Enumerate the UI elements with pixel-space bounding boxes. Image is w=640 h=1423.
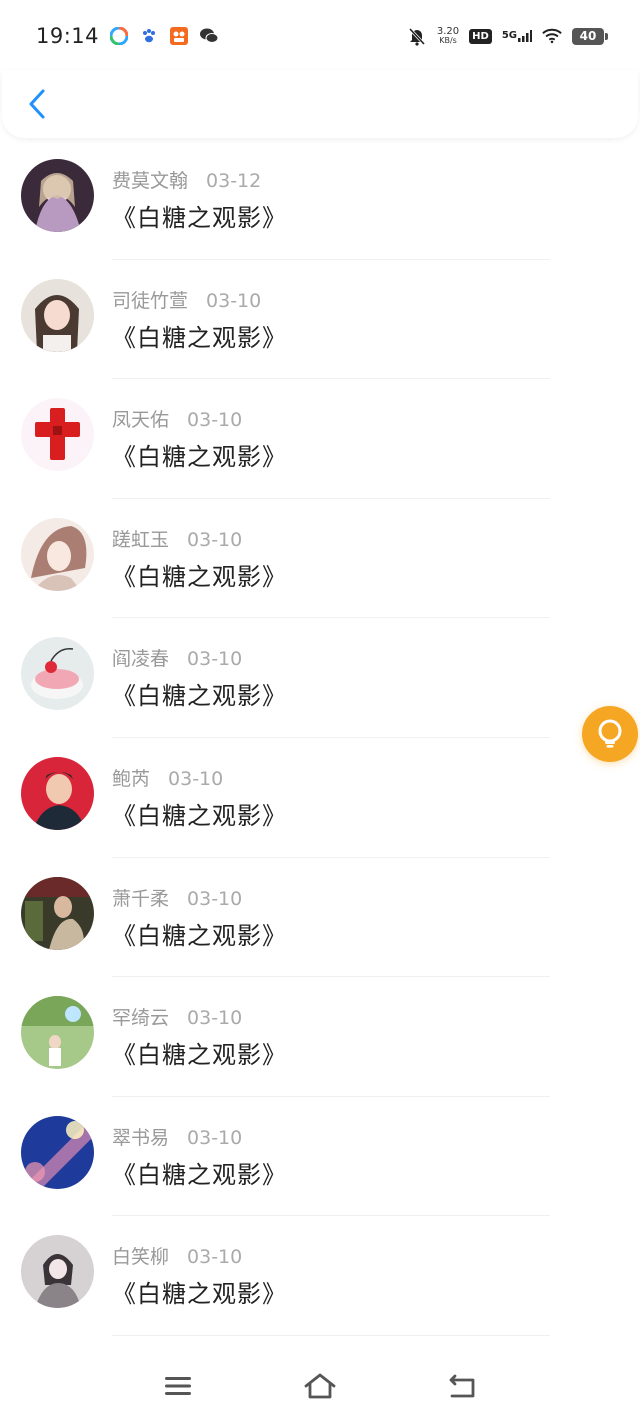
menu-button[interactable]	[158, 1368, 198, 1404]
comment-title[interactable]: 《白糖之观影》	[112, 437, 287, 472]
user-name[interactable]: 蹉虹玉	[112, 529, 169, 551]
user-name[interactable]: 罕绮云	[112, 1007, 169, 1029]
signal-bars-icon	[518, 30, 532, 42]
comment-title[interactable]: 《白糖之观影》	[112, 676, 287, 711]
list-item[interactable]: 凤天佑 03-10 《白糖之观影》	[0, 379, 640, 499]
list-item[interactable]: 萧千柔 03-10 《白糖之观影》	[0, 858, 640, 978]
user-name[interactable]: 费莫文翰	[112, 170, 188, 192]
avatar[interactable]	[21, 398, 94, 472]
comment-meta: 罕绮云 03-10	[112, 1003, 242, 1030]
avatar[interactable]	[21, 637, 94, 711]
comment-title[interactable]: 《白糖之观影》	[112, 1274, 287, 1309]
system-back-button[interactable]	[442, 1368, 482, 1404]
comment-meta: 白笑柳 03-10	[112, 1242, 242, 1269]
comment-meta: 鲍芮 03-10	[112, 764, 223, 791]
return-icon	[449, 1374, 475, 1398]
list-item[interactable]: 司徒竹萱 03-10 《白糖之观影》	[0, 260, 640, 380]
avatar[interactable]	[21, 1115, 94, 1189]
system-navigation-bar	[0, 1350, 640, 1423]
status-bar: 19:14 3.20 KB/s HD 5G 40	[0, 0, 640, 72]
net-speed: 3.20 KB/s	[436, 26, 460, 46]
comment-date: 03-10	[187, 528, 243, 551]
net-speed-value: 3.20	[436, 26, 460, 37]
floating-tip-button[interactable]	[582, 706, 638, 762]
wechat-icon	[199, 26, 219, 46]
list-item[interactable]: 翠书易 03-10 《白糖之观影》	[0, 1097, 640, 1217]
hd-badge: HD	[469, 28, 492, 44]
avatar[interactable]	[21, 278, 94, 352]
app-360-icon	[109, 26, 129, 46]
comment-title[interactable]: 《白糖之观影》	[112, 1155, 287, 1190]
user-name[interactable]: 阎凌春	[112, 648, 169, 670]
network-type: 5G	[501, 30, 517, 41]
user-name[interactable]: 司徒竹萱	[112, 290, 188, 312]
avatar[interactable]	[21, 517, 94, 591]
comment-title[interactable]: 《白糖之观影》	[112, 557, 287, 592]
avatar[interactable]	[21, 996, 94, 1070]
comment-date: 03-10	[187, 1246, 243, 1269]
status-time: 19:14	[36, 24, 100, 48]
avatar[interactable]	[21, 159, 94, 232]
menu-icon	[165, 1377, 191, 1395]
comment-meta: 费莫文翰 03-12	[112, 166, 261, 193]
comment-meta: 凤天佑 03-10	[112, 405, 242, 432]
net-speed-unit: KB/s	[439, 36, 457, 45]
list-item[interactable]: 阎凌春 03-10 《白糖之观影》	[0, 618, 640, 738]
user-name[interactable]: 鲍芮	[112, 768, 150, 790]
nav-bar	[2, 70, 638, 138]
list-item[interactable]: 鲍芮 03-10 《白糖之观影》	[0, 738, 640, 858]
comment-date: 03-10	[187, 409, 243, 432]
home-icon	[304, 1373, 336, 1399]
divider	[112, 1334, 550, 1336]
status-left: 19:14	[36, 24, 219, 48]
list-item[interactable]: 费莫文翰 03-12 《白糖之观影》	[0, 140, 640, 260]
comment-date: 03-10	[187, 1007, 243, 1030]
avatar[interactable]	[21, 756, 94, 830]
baidu-paw-icon	[139, 26, 159, 46]
home-button[interactable]	[300, 1368, 340, 1404]
comment-date: 03-12	[206, 170, 262, 192]
comment-meta: 司徒竹萱 03-10	[112, 286, 261, 313]
mute-bell-icon	[407, 26, 427, 46]
comment-title[interactable]: 《白糖之观影》	[112, 198, 287, 233]
comment-meta: 萧千柔 03-10	[112, 884, 242, 911]
comment-meta: 翠书易 03-10	[112, 1123, 242, 1150]
wifi-icon	[542, 26, 562, 46]
orange-app-icon	[169, 26, 189, 46]
back-button[interactable]	[22, 86, 52, 122]
user-name[interactable]: 翠书易	[112, 1127, 169, 1149]
comment-date: 03-10	[187, 648, 243, 671]
comment-title[interactable]: 《白糖之观影》	[112, 796, 287, 831]
lightbulb-icon	[598, 719, 622, 748]
comment-date: 03-10	[187, 887, 243, 910]
chevron-left-icon	[29, 89, 45, 119]
comment-list: 费莫文翰 03-12 《白糖之观影》 司徒竹萱 03-10 《白糖之观影》 凤天佑 0…	[0, 140, 640, 1336]
comment-title[interactable]: 《白糖之观影》	[112, 318, 287, 353]
signal-5g: 5G	[502, 30, 532, 42]
comment-meta: 蹉虹玉 03-10	[112, 525, 242, 552]
user-name[interactable]: 白笑柳	[112, 1246, 169, 1268]
comment-title[interactable]: 《白糖之观影》	[112, 1035, 287, 1070]
avatar[interactable]	[21, 876, 94, 950]
user-name[interactable]: 萧千柔	[112, 888, 169, 910]
list-item[interactable]: 蹉虹玉 03-10 《白糖之观影》	[0, 499, 640, 619]
comment-title[interactable]: 《白糖之观影》	[112, 916, 287, 951]
status-right: 3.20 KB/s HD 5G 40	[407, 26, 608, 46]
comment-date: 03-10	[206, 289, 262, 312]
battery-indicator: 40	[572, 27, 608, 45]
list-item[interactable]: 罕绮云 03-10 《白糖之观影》	[0, 977, 640, 1097]
comment-date: 03-10	[168, 767, 224, 790]
list-item[interactable]: 白笑柳 03-10 《白糖之观影》	[0, 1216, 640, 1336]
comment-meta: 阎凌春 03-10	[112, 644, 242, 671]
avatar[interactable]	[21, 1235, 94, 1309]
comment-date: 03-10	[187, 1126, 243, 1149]
user-name[interactable]: 凤天佑	[112, 409, 169, 431]
